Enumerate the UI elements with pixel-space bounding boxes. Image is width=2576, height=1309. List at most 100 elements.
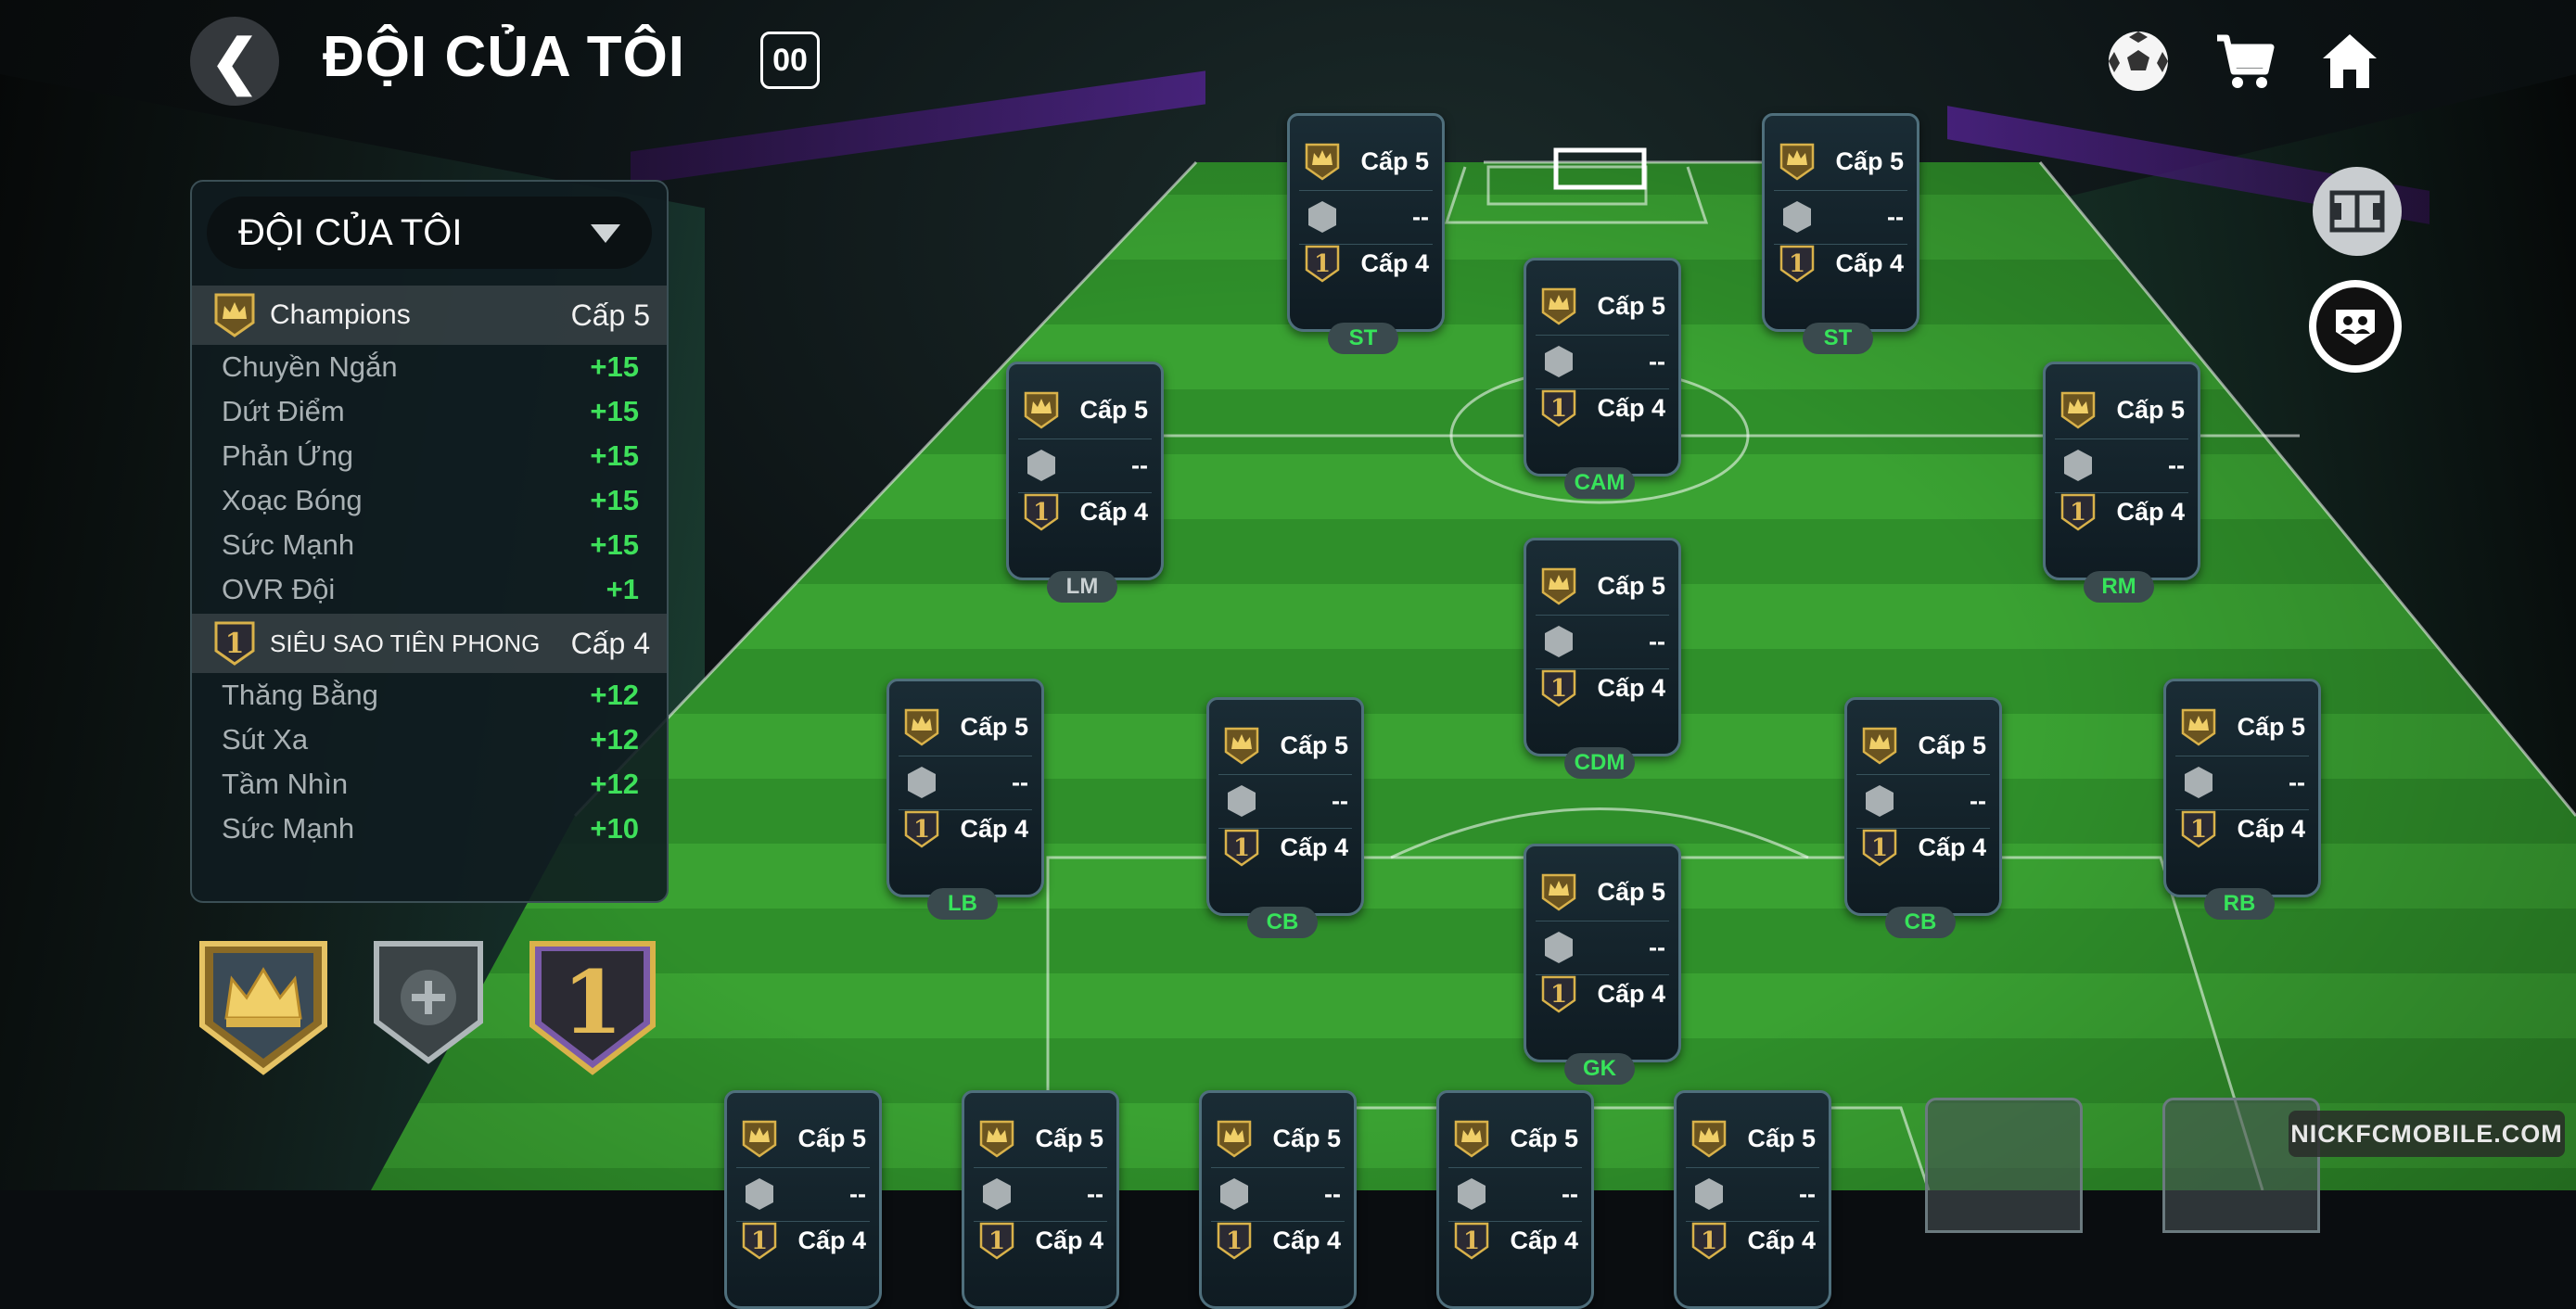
player-card[interactable]: Cấp 5 -- 1 Cấp 4	[886, 679, 1044, 897]
crown-badge-icon	[1305, 143, 1340, 181]
player-card[interactable]: Cấp 5 -- 1 Cấp 4	[1206, 697, 1364, 916]
card-divider	[1774, 190, 1907, 191]
empty-slot-hex-icon	[1866, 785, 1894, 817]
add-badge-slot[interactable]	[371, 936, 486, 1071]
svg-text:1: 1	[1550, 675, 1567, 703]
empty-value: --	[1131, 451, 1148, 479]
stat-name: Phản Ứng	[222, 439, 353, 472]
player-card[interactable]: Cấp 5 -- 1 Cấp 4	[1524, 844, 1681, 1062]
formation-view-button[interactable]	[2313, 167, 2402, 256]
one-level: Cấp 4	[1079, 498, 1148, 526]
empty-value: --	[1970, 787, 1986, 815]
number-one-badge-slot[interactable]: 1	[525, 936, 660, 1080]
crown-level: Cấp 5	[1597, 292, 1665, 320]
crown-badge-icon	[979, 1120, 1014, 1158]
crown-level: Cấp 5	[1597, 572, 1665, 600]
card-row-empty: --	[1202, 1171, 1354, 1217]
formation-pitch-icon	[2329, 190, 2385, 233]
empty-slot-hex-icon	[983, 1178, 1011, 1210]
card-row-crown: Cấp 5	[1526, 869, 1678, 915]
card-row-empty: --	[889, 759, 1041, 806]
card-row-empty: --	[2166, 759, 2318, 806]
crown-badge-icon	[2060, 391, 2096, 429]
shopping-cart-icon[interactable]	[2207, 24, 2281, 98]
home-icon[interactable]	[2313, 24, 2387, 98]
card-row-one: 1 Cấp 4	[1290, 240, 1442, 286]
stat-name: Thăng Bằng	[222, 679, 378, 711]
empty-value: --	[1649, 628, 1665, 655]
card-row-one: 1 Cấp 4	[1202, 1217, 1354, 1264]
player-card[interactable]: Cấp 5 -- 1 Cấp 4	[1524, 258, 1681, 477]
player-card[interactable]: Cấp 5 -- 1 Cấp 4	[2163, 679, 2321, 897]
player-card[interactable]: Cấp 5 -- 1 Cấp 4	[1006, 362, 1164, 580]
crown-level: Cấp 5	[1035, 1125, 1103, 1152]
crown-level: Cấp 5	[1835, 147, 1904, 175]
player-card[interactable]: Cấp 5 -- 1 Cấp 4	[1524, 538, 1681, 756]
card-row-crown: Cấp 5	[1847, 722, 1999, 769]
number-one-badge-icon: 1	[1224, 829, 1259, 867]
position-tag: CB	[1885, 907, 1956, 938]
one-level: Cấp 4	[1360, 249, 1429, 277]
number-one-badge-icon: 1	[1217, 1222, 1252, 1260]
card-row-crown: Cấp 5	[1765, 138, 1917, 184]
player-card[interactable]: Cấp 5 -- 1 Cấp 4	[724, 1090, 882, 1309]
one-level: Cấp 4	[1918, 833, 1986, 861]
number-one-badge-icon: 1	[2060, 493, 2096, 531]
empty-value: --	[1324, 1180, 1341, 1208]
number-one-badge-icon: 1	[214, 621, 255, 666]
svg-text:1: 1	[988, 1227, 1005, 1255]
number-one-badge-icon: 1	[1779, 245, 1815, 283]
number-one-badge-icon: 1	[904, 810, 939, 848]
card-row-one: 1 Cấp 4	[1847, 824, 1999, 871]
player-card[interactable]: Cấp 5 -- 1 Cấp 4	[1436, 1090, 1594, 1309]
back-button[interactable]: ❮	[190, 17, 279, 106]
stat-value: +15	[590, 528, 639, 561]
svg-text:1: 1	[1701, 1227, 1717, 1255]
player-card[interactable]: Cấp 5 -- 1 Cấp 4	[1762, 113, 1919, 332]
crown-level: Cấp 5	[2116, 396, 2185, 424]
card-row-crown: Cấp 5	[2046, 387, 2198, 433]
empty-slot-hex-icon	[908, 767, 936, 798]
crown-level: Cấp 5	[1747, 1125, 1816, 1152]
player-card[interactable]: Cấp 5 -- 1 Cấp 4	[1199, 1090, 1357, 1309]
group-name: Champions	[270, 299, 411, 330]
svg-text:1: 1	[1789, 250, 1805, 278]
number-one-badge-icon: 1	[2181, 810, 2216, 848]
crown-badge-icon	[1454, 1120, 1489, 1158]
player-card[interactable]: Cấp 5 -- 1 Cấp 4	[1844, 697, 2002, 916]
caret-down-icon	[591, 224, 620, 243]
position-tag: CAM	[1564, 467, 1635, 499]
empty-bench-slot[interactable]	[1925, 1098, 2083, 1233]
crown-badge-slot[interactable]	[193, 936, 334, 1080]
position-tag: RM	[2084, 571, 2154, 603]
one-level: Cấp 4	[2237, 815, 2305, 843]
card-divider	[1211, 1167, 1345, 1168]
player-card[interactable]: Cấp 5 -- 1 Cấp 4	[2043, 362, 2200, 580]
crown-level: Cấp 5	[1510, 1125, 1578, 1152]
position-tag: CDM	[1564, 747, 1635, 779]
crown-badge-icon	[1541, 287, 1576, 325]
empty-value: --	[1087, 1180, 1103, 1208]
card-divider	[1218, 774, 1352, 775]
player-card[interactable]: Cấp 5 -- 1 Cấp 4	[962, 1090, 1119, 1309]
empty-value: --	[1562, 1180, 1578, 1208]
stat-row: Tầm Nhìn +12	[192, 762, 667, 807]
football-icon[interactable]	[2101, 24, 2175, 98]
empty-value: --	[1649, 348, 1665, 375]
card-divider	[1686, 1167, 1819, 1168]
crown-badge-icon	[1541, 567, 1576, 605]
one-level: Cấp 4	[1510, 1226, 1578, 1254]
card-row-crown: Cấp 5	[1526, 283, 1678, 329]
position-tag: ST	[1803, 323, 1873, 354]
empty-slot-hex-icon	[1695, 1178, 1723, 1210]
crown-level: Cấp 5	[960, 713, 1028, 741]
card-row-one: 1 Cấp 4	[1439, 1217, 1591, 1264]
squad-view-button[interactable]	[2309, 280, 2402, 373]
team-dropdown[interactable]: ĐỘI CỦA TÔI	[207, 197, 652, 269]
player-card[interactable]: Cấp 5 -- 1 Cấp 4	[1287, 113, 1445, 332]
watermark: NICKFCMOBILE.COM	[2289, 1111, 2565, 1157]
player-card[interactable]: Cấp 5 -- 1 Cấp 4	[1674, 1090, 1831, 1309]
crown-badge-icon	[1224, 727, 1259, 765]
stat-name: Sức Mạnh	[222, 812, 355, 845]
stat-row: Xoạc Bóng +15	[192, 478, 667, 523]
